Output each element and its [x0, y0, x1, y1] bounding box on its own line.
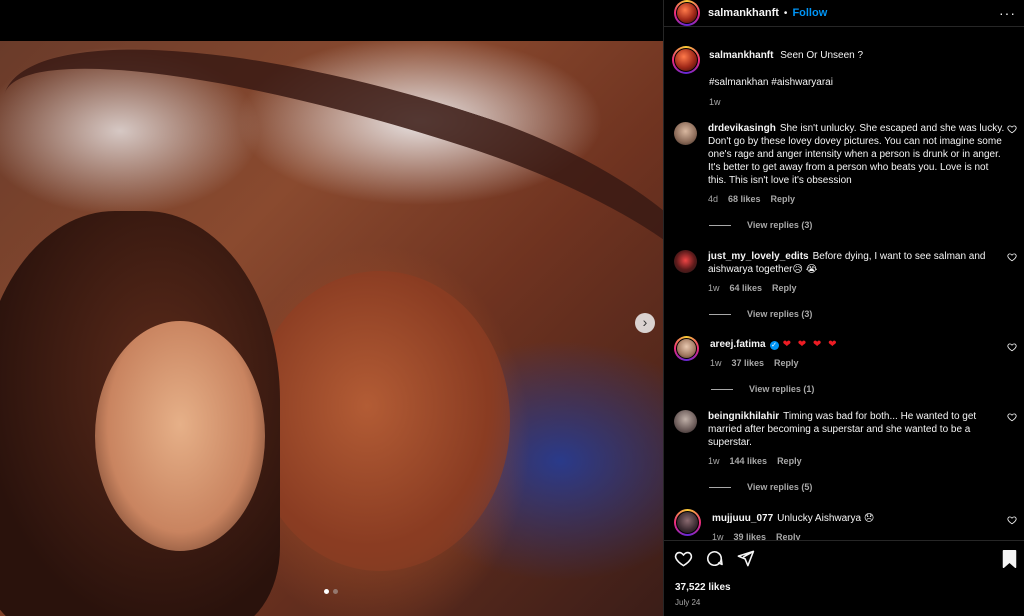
comment-text: ❤ ❤ ❤ ❤	[782, 339, 839, 350]
heart-icon[interactable]	[1007, 252, 1017, 262]
view-replies-button[interactable]: View replies (3)	[709, 308, 1008, 321]
comment-item: areej.fatima ✓ ❤ ❤ ❤ ❤ 1w 37 likes Reply V…	[674, 336, 1019, 396]
reply-button[interactable]: Reply	[774, 357, 799, 370]
likes-count[interactable]: 37,522 likes	[675, 582, 731, 593]
comment-time: 1w	[712, 532, 724, 540]
comment-username[interactable]: mujjuuu_077	[712, 513, 773, 524]
comment-username[interactable]: areej.fatima	[710, 339, 766, 350]
follow-button[interactable]: Follow	[792, 7, 827, 19]
heart-icon[interactable]	[674, 549, 693, 568]
reply-button[interactable]: Reply	[777, 455, 802, 468]
comment-likes[interactable]: 68 likes	[728, 193, 761, 206]
verified-badge-icon: ✓	[769, 341, 779, 350]
avatar[interactable]	[674, 122, 697, 145]
post-date: July 24	[675, 598, 701, 607]
heart-icon[interactable]	[1007, 412, 1017, 422]
caption-text: Seen Or Unseen ?	[780, 50, 864, 61]
heart-icon[interactable]	[1007, 342, 1017, 352]
heart-icon[interactable]	[1007, 124, 1017, 134]
post-header: salmankhanft • Follow ···	[664, 0, 1024, 27]
more-options-icon[interactable]: ···	[999, 5, 1016, 21]
comment-item: drdevikasingh She isn't unlucky. She esca…	[674, 122, 1019, 232]
reply-button[interactable]: Reply	[771, 193, 796, 206]
separator-dot: •	[783, 7, 788, 19]
comment-likes[interactable]: 37 likes	[732, 357, 765, 370]
carousel-indicator	[324, 589, 338, 594]
chevron-right-icon: ›	[642, 314, 648, 330]
carousel-dot	[333, 589, 338, 594]
caption-time: 1w	[709, 97, 721, 107]
avatar[interactable]	[674, 250, 697, 273]
comment-item: beingnikhilahir Timing was bad for both..…	[674, 410, 1019, 494]
avatar[interactable]	[674, 410, 697, 433]
view-replies-button[interactable]: View replies (5)	[709, 481, 1008, 494]
comment-time: 1w	[708, 283, 720, 293]
post-media: ›	[0, 0, 663, 616]
comment-text: Unlucky Aishwarya 😞	[777, 513, 875, 524]
comment-likes[interactable]: 144 likes	[730, 455, 768, 468]
view-replies-button[interactable]: View replies (3)	[709, 219, 1008, 232]
comment-likes[interactable]: 64 likes	[730, 282, 763, 295]
comment-item: mujjuuu_077 Unlucky Aishwarya 😞 1w 39 lik…	[674, 509, 1019, 540]
comment-time: 4d	[708, 194, 719, 204]
carousel-next-button[interactable]: ›	[635, 313, 655, 333]
avatar[interactable]	[674, 509, 701, 536]
post-author-username[interactable]: salmankhanft	[708, 7, 779, 19]
comments-list[interactable]: salmankhanft Seen Or Unseen ? #salmankha…	[664, 28, 1024, 540]
post-actions: 37,522 likes July 24	[664, 540, 1024, 616]
comment-username[interactable]: beingnikhilahir	[708, 411, 779, 422]
heart-icon[interactable]	[1007, 515, 1017, 525]
comment-icon[interactable]	[705, 549, 724, 568]
comment-username[interactable]: drdevikasingh	[708, 123, 776, 134]
view-replies-button[interactable]: View replies (1)	[711, 383, 1010, 396]
share-icon[interactable]	[736, 549, 755, 568]
caption-username[interactable]: salmankhanft	[709, 50, 773, 61]
photo-woman-face	[95, 321, 265, 551]
comment-time: 1w	[710, 358, 722, 368]
carousel-dot-active	[324, 589, 329, 594]
reply-button[interactable]: Reply	[776, 531, 801, 540]
comment-time: 1w	[708, 456, 720, 466]
save-button[interactable]	[1002, 550, 1017, 568]
post-side-panel: salmankhanft • Follow ··· salmankhanft S…	[663, 0, 1024, 616]
post-photo[interactable]	[0, 41, 663, 616]
reply-button[interactable]: Reply	[772, 282, 797, 295]
comment-likes[interactable]: 39 likes	[734, 531, 767, 540]
avatar[interactable]	[674, 0, 700, 26]
avatar[interactable]	[672, 46, 700, 74]
photo-man-head	[250, 271, 510, 571]
comment-username[interactable]: just_my_lovely_edits	[708, 251, 809, 262]
post-caption: salmankhanft Seen Or Unseen ? #salmankha…	[672, 46, 1009, 109]
caption-hashtags[interactable]: #salmankhan #aishwaryarai	[709, 76, 1009, 89]
comment-item: just_my_lovely_edits Before dying, I want…	[674, 250, 1019, 321]
bookmark-icon	[1002, 550, 1017, 568]
avatar[interactable]	[674, 336, 699, 361]
